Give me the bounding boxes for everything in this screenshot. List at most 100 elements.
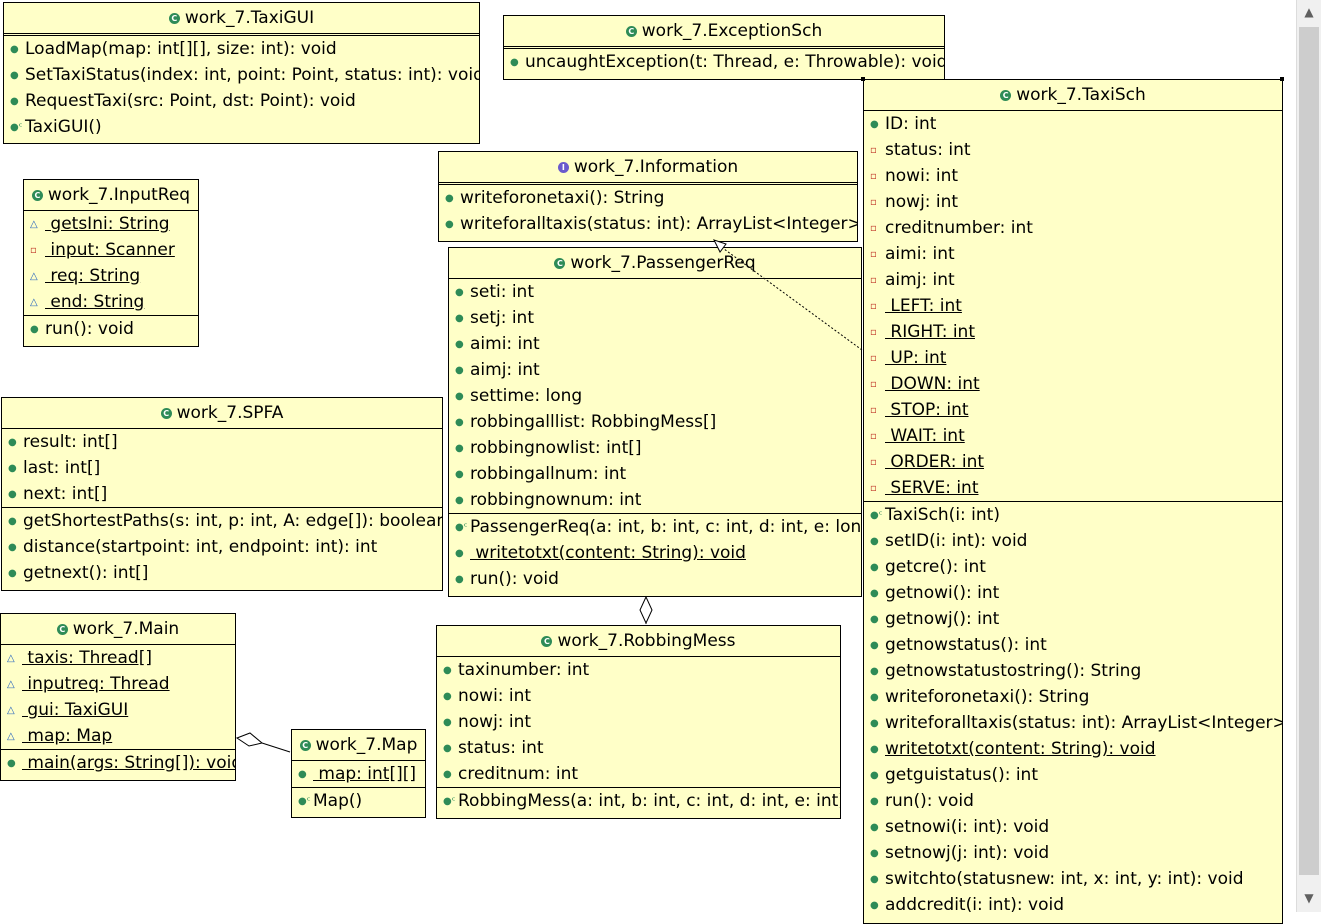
public-icon: ● [870,119,879,130]
method: Map() [313,791,363,811]
public-icon: ● [8,463,17,474]
public-icon: ● [8,568,17,579]
class-main[interactable]: Cwork_7.Main △ taxis: Thread[] △ inputre… [0,613,236,781]
public-icon: ● [870,692,879,703]
selection-handle[interactable] [861,77,865,81]
class-title: work_7.TaxiSch [1016,85,1146,105]
field: UP: int [885,348,947,368]
method: SetTaxiStatus(index: int, point: Point, … [25,65,480,85]
class-icon: C [299,740,311,751]
class-icon: C [541,636,553,647]
method: getnowstatustostring(): String [885,661,1142,681]
constructor-icon: ●ᶜ [455,522,468,533]
class-passengerreq[interactable]: Cwork_7.PassengerReq ● seti: int ● setj: i… [448,247,862,597]
field: RIGHT: int [885,322,975,342]
private-icon: ▫ [870,145,877,156]
class-icon: C [31,190,43,201]
public-icon: ● [443,743,452,754]
method: TaxiGUI() [25,117,102,137]
package-icon: △ [30,271,38,282]
class-taxigui[interactable]: Cwork_7.TaxiGUI ● LoadMap(map: int[][], s… [3,2,480,144]
method: uncaughtException(t: Thread, e: Throwabl… [525,52,945,72]
field: next: int[] [23,484,108,504]
field: req: String [45,266,141,286]
field: settime: long [470,386,583,406]
aggregation-diamond [639,595,653,625]
class-title: work_7.Map [315,735,418,755]
method: writeforalltaxis(status: int): ArrayList… [885,713,1283,733]
field: DOWN: int [885,374,980,394]
scroll-up-arrow-icon[interactable]: ▲ [1297,0,1321,24]
private-icon: ▫ [30,245,37,256]
interface-information[interactable]: Iwork_7.Information ● writeforonetaxi(): … [438,151,858,242]
field: gui: TaxiGUI [22,700,129,720]
scrollbar-thumb[interactable] [1299,27,1319,875]
private-icon: ▫ [870,379,877,390]
class-taxisch[interactable]: Cwork_7.TaxiSch ● ID: int ▫ status: int ▫ n… [863,79,1283,924]
class-exceptionsch[interactable]: Cwork_7.ExceptionSch ● uncaughtException(… [503,15,945,80]
field: aimi: int [885,244,955,264]
public-icon: ● [443,717,452,728]
class-title: work_7.PassengerReq [570,253,756,273]
field: getsIni: String [45,214,170,234]
field: status: int [458,738,544,758]
public-icon: ● [455,339,464,350]
method: getnowstatus(): int [885,635,1047,655]
field: setj: int [470,308,534,328]
aggregation-diamond [235,732,264,747]
public-icon: ● [870,588,879,599]
class-spfa[interactable]: Cwork_7.SPFA ● result: int[] ● last: int[]… [1,397,443,591]
public-icon: ● [10,44,19,55]
method: writetotxt(content: String): void [470,543,746,563]
class-title: work_7.RobbingMess [557,631,736,651]
method: PassengerReq(a: int, b: int, c: int, d: … [470,517,862,537]
public-icon: ● [455,391,464,402]
private-icon: ▫ [870,431,877,442]
public-icon: ● [870,796,879,807]
class-icon: C [625,26,637,37]
private-icon: ▫ [870,327,877,338]
public-icon: ● [870,562,879,573]
public-icon: ● [8,437,17,448]
private-icon: ▫ [870,405,877,416]
public-icon: ● [7,758,16,769]
constructor-icon: ●ᶜ [443,796,456,807]
vertical-scrollbar[interactable]: ▲ ▼ [1296,0,1321,912]
method: LoadMap(map: int[][], size: int): void [25,39,337,59]
method: writeforalltaxis(status: int): ArrayList… [460,214,858,234]
method: setID(i: int): void [885,531,1028,551]
package-icon: △ [30,297,38,308]
class-icon: C [554,258,566,269]
method: writeforonetaxi(): String [460,188,665,208]
class-title: work_7.InputReq [47,185,191,205]
public-icon: ● [8,489,17,500]
public-icon: ● [870,640,879,651]
field: creditnumber: int [885,218,1033,238]
field: aimj: int [470,360,540,380]
field: last: int[] [23,458,101,478]
method: TaxiSch(i: int) [885,505,1000,525]
field: nowj: int [885,192,959,212]
public-icon: ● [455,417,464,428]
field: SERVE: int [885,478,979,498]
package-icon: △ [7,731,15,742]
scroll-down-arrow-icon[interactable]: ▼ [1297,886,1321,910]
class-robbingmess[interactable]: Cwork_7.RobbingMess ● taxinumber: int ● no… [436,625,841,819]
class-map[interactable]: Cwork_7.Map ● map: int[][] ●ᶜ Map() [291,729,426,818]
public-icon: ● [870,614,879,625]
class-inputreq[interactable]: Cwork_7.InputReq △ getsIni: String ▫ inp… [23,179,199,347]
public-icon: ● [870,666,879,677]
private-icon: ▫ [870,171,877,182]
public-icon: ● [455,313,464,324]
package-icon: △ [7,705,15,716]
class-title: work_7.ExceptionSch [641,21,823,41]
selection-handle[interactable] [1280,77,1284,81]
constructor-icon: ●ᶜ [298,796,311,807]
field: nowi: int [458,686,532,706]
class-title: work_7.Main [72,619,180,639]
field: ORDER: int [885,452,985,472]
public-icon: ● [870,770,879,781]
public-icon: ● [443,665,452,676]
field: inputreq: Thread [22,674,170,694]
public-icon: ● [30,324,39,335]
